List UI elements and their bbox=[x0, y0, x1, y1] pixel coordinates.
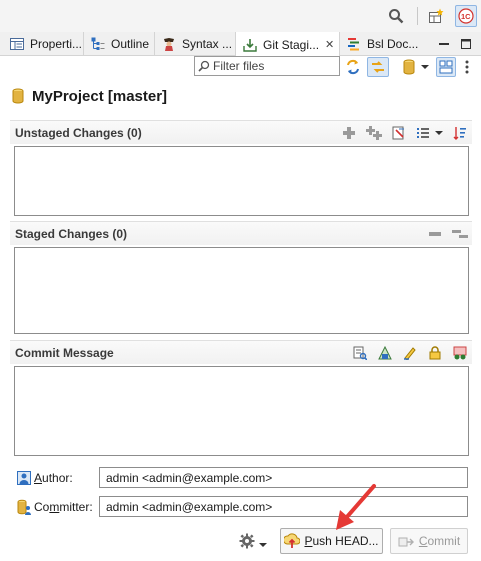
chevron-down-icon[interactable] bbox=[259, 537, 269, 547]
push-mnemonic: P bbox=[304, 534, 313, 548]
compare-mode-icon[interactable] bbox=[391, 125, 407, 141]
refresh-icon[interactable] bbox=[344, 58, 362, 76]
perspective-1c-icon[interactable]: 1C bbox=[455, 5, 477, 27]
tab-properties[interactable]: Properti... bbox=[3, 32, 84, 56]
switch-layout-icon[interactable] bbox=[436, 57, 456, 77]
top-toolbar: 1C bbox=[0, 0, 481, 32]
commit-message-title: Commit Message bbox=[15, 345, 114, 360]
commit-button[interactable]: Commit bbox=[390, 528, 468, 554]
commit-mnemonic: C bbox=[418, 534, 428, 548]
open-perspective-icon[interactable] bbox=[426, 6, 446, 26]
committer-label-prefix: Co bbox=[34, 499, 50, 514]
committer-mnemonic: m bbox=[49, 499, 60, 514]
tab-outline[interactable]: Outline bbox=[84, 32, 155, 56]
filter-files-input[interactable] bbox=[213, 59, 333, 73]
tab-outline-label: Outline bbox=[111, 37, 150, 51]
author-label-row: Author: bbox=[17, 467, 73, 488]
tab-bsl-doc[interactable]: Bsl Doc... bbox=[340, 32, 430, 56]
unstaged-changes-header: Unstaged Changes (0) bbox=[10, 120, 472, 144]
unstaged-changes-list[interactable] bbox=[14, 146, 469, 216]
link-with-selection-icon[interactable] bbox=[367, 57, 389, 77]
view-menu-icon[interactable] bbox=[461, 58, 473, 76]
bsl-doc-icon bbox=[346, 36, 362, 52]
author-icon bbox=[17, 470, 31, 485]
tab-properties-label: Properti... bbox=[30, 37, 83, 51]
author-field[interactable]: admin <admin@example.com> bbox=[99, 467, 468, 488]
git-staging-icon bbox=[242, 37, 258, 53]
minimize-icon[interactable] bbox=[436, 36, 452, 52]
change-id-icon[interactable] bbox=[452, 345, 468, 361]
add-signed-off-by-icon[interactable] bbox=[377, 345, 393, 361]
add-all-to-index-icon[interactable] bbox=[366, 125, 382, 141]
tab-syntax[interactable]: Syntax ... bbox=[155, 32, 236, 56]
properties-icon bbox=[9, 36, 25, 52]
push-head-button[interactable]: Push HEAD... bbox=[280, 528, 383, 554]
author-label: Author: bbox=[34, 471, 73, 485]
view-tab-bar: Properti... Outline Syntax ... Git Stagi… bbox=[0, 32, 481, 57]
chevron-down-icon[interactable] bbox=[419, 58, 431, 76]
tab-syntax-label: Syntax ... bbox=[182, 37, 233, 51]
staged-changes-list[interactable] bbox=[14, 247, 469, 334]
add-to-index-icon[interactable] bbox=[341, 125, 357, 141]
repository-icon[interactable] bbox=[400, 58, 418, 76]
author-label-rest: uthor: bbox=[42, 470, 73, 485]
close-icon[interactable]: ✕ bbox=[325, 38, 334, 51]
sort-icon[interactable] bbox=[452, 125, 468, 141]
repository-label: MyProject [master] bbox=[32, 87, 168, 105]
repository-icon bbox=[12, 88, 24, 104]
tab-git-staging[interactable]: Git Stagi... ✕ bbox=[236, 32, 340, 57]
chevron-down-icon[interactable] bbox=[435, 125, 443, 141]
lock-icon[interactable] bbox=[427, 345, 443, 361]
remove-all-from-index-icon[interactable] bbox=[452, 226, 468, 242]
outline-icon bbox=[90, 36, 106, 52]
gear-icon[interactable] bbox=[237, 532, 257, 550]
repository-heading: MyProject [master] bbox=[12, 86, 167, 106]
search-icon bbox=[198, 60, 210, 72]
commit-icon bbox=[398, 534, 414, 548]
push-head-label: ush HEAD... bbox=[312, 534, 379, 548]
committer-field[interactable]: admin <admin@example.com> bbox=[99, 496, 468, 517]
staged-changes-header: Staged Changes (0) bbox=[10, 221, 472, 245]
search-icon[interactable] bbox=[386, 6, 406, 26]
staged-changes-title: Staged Changes (0) bbox=[15, 226, 128, 241]
syntax-icon bbox=[161, 36, 177, 52]
commit-label: ommit bbox=[427, 534, 461, 548]
filter-files-field[interactable] bbox=[194, 56, 340, 76]
unstaged-changes-title: Unstaged Changes (0) bbox=[15, 125, 142, 140]
committer-label: Committer: bbox=[34, 500, 93, 514]
committer-label-rest: mitter: bbox=[59, 499, 93, 514]
commit-message-textarea[interactable] bbox=[14, 366, 469, 456]
commit-message-header: Commit Message bbox=[10, 340, 472, 364]
push-icon bbox=[284, 533, 301, 549]
previous-messages-icon[interactable] bbox=[352, 345, 368, 361]
remove-from-index-icon[interactable] bbox=[427, 226, 443, 242]
presentation-icon[interactable] bbox=[416, 125, 432, 141]
tab-bsl-doc-label: Bsl Doc... bbox=[367, 37, 419, 51]
toolbar-separator bbox=[417, 7, 418, 25]
maximize-icon[interactable] bbox=[458, 36, 474, 52]
tab-git-staging-label: Git Stagi... bbox=[263, 37, 320, 52]
author-mnemonic: A bbox=[34, 470, 43, 485]
amend-icon[interactable] bbox=[402, 345, 418, 361]
committer-icon bbox=[17, 499, 31, 515]
committer-label-row: Committer: bbox=[17, 496, 93, 517]
svg-text:1C: 1C bbox=[461, 12, 471, 21]
